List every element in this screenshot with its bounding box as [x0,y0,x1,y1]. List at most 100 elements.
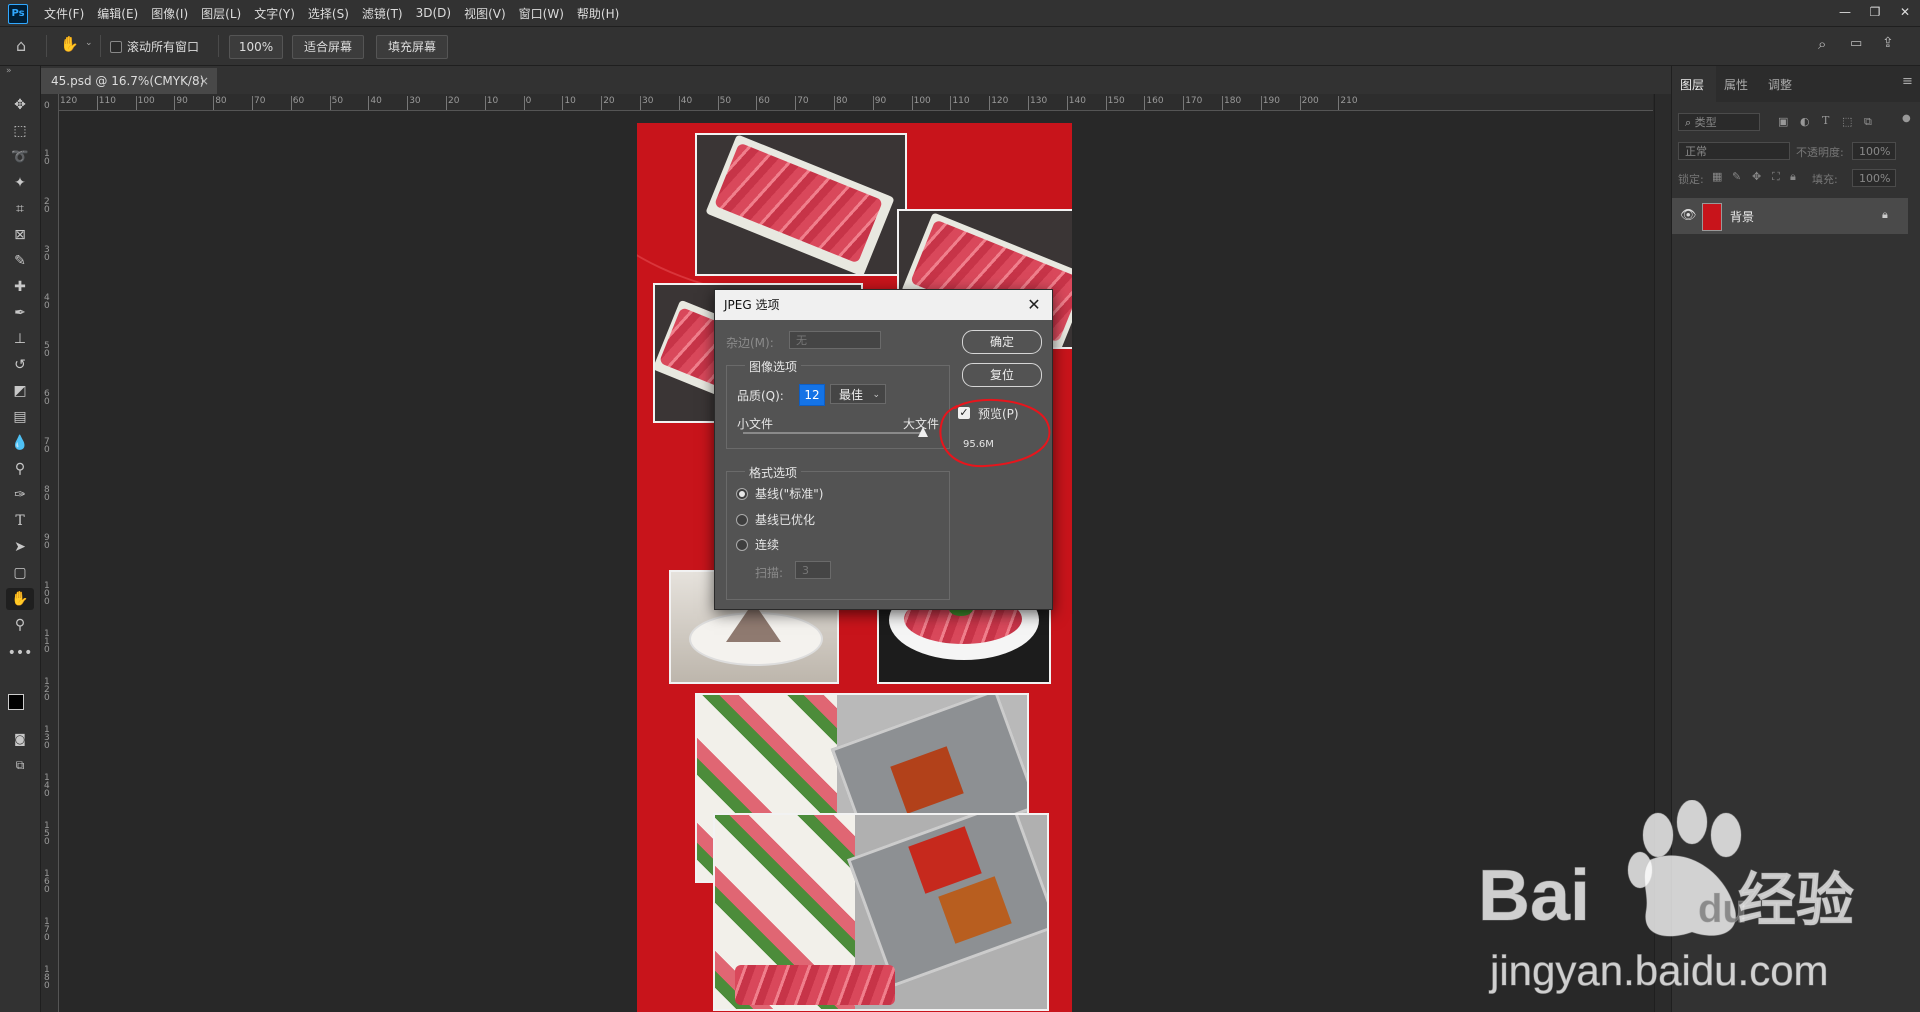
radio-progressive[interactable] [736,539,748,551]
filter-type-icon[interactable]: T [1822,114,1829,127]
collapse-icon[interactable]: » [6,66,12,76]
menu-item[interactable]: 编辑(E) [97,5,138,22]
gradient-tool-icon[interactable]: ▤ [6,406,34,428]
filter-smart-icon[interactable]: ⧉ [1864,115,1872,129]
quick-mask-icon[interactable]: ◙ [6,728,34,750]
ruler-tick-label: 90 [176,96,188,106]
close-window-icon[interactable]: ✕ [1890,0,1920,26]
fill-input[interactable]: 100% [1852,169,1896,187]
search-icon[interactable]: ⌕ [1818,35,1826,53]
healing-brush-icon[interactable]: ✚ [6,276,34,298]
lock-move-icon[interactable]: ✥ [1752,170,1761,183]
crop-tool-icon[interactable]: ⌗ [6,198,34,220]
menu-item[interactable]: 文字(Y) [254,5,295,22]
filter-adjust-icon[interactable]: ◐ [1800,115,1810,128]
type-tool-icon[interactable]: T [6,510,34,532]
hand-tool-active-icon[interactable]: ✋ [6,588,34,610]
screen-mode-icon[interactable]: ⧉ [6,754,34,776]
menu-item[interactable]: 图层(L) [201,5,241,22]
history-brush-icon[interactable]: ↺ [6,354,34,376]
fit-screen-button[interactable]: 适合屏幕 [292,35,364,59]
quality-input[interactable]: 12 [799,384,825,406]
lock-transparent-icon[interactable]: ▦ [1712,170,1722,183]
layer-row-background[interactable]: 👁︎ 背景 🔒︎ [1672,198,1908,234]
stamp-tool-icon[interactable]: ⊥ [6,328,34,350]
quality-preset-dropdown[interactable]: 最佳 ⌄ [830,384,886,404]
eraser-tool-icon[interactable]: ◩ [6,380,34,402]
dodge-tool-icon[interactable]: ⚲ [6,458,34,480]
radio-baseline-standard[interactable] [736,488,748,500]
ruler-tick-label: 100 [137,96,155,106]
opacity-input[interactable]: 100% [1852,142,1896,160]
quality-slider-track[interactable] [743,432,923,434]
menu-bar: Ps 文件(F) 编辑(E) 图像(I) 图层(L) 文字(Y) 选择(S) 滤镜(T) 3D… [0,0,1920,27]
chevron-down-icon[interactable]: ⌄ [85,38,93,48]
filter-toggle-icon[interactable]: ● [1902,113,1911,124]
brush-tool-icon[interactable]: ✒ [6,302,34,324]
marquee-tool-icon[interactable]: ⬚ [6,120,34,142]
reset-button[interactable]: 复位 [962,363,1042,387]
scans-dropdown[interactable]: 3 [795,561,831,579]
ruler-tick-label: 180 [1224,96,1242,106]
quality-slider-thumb[interactable] [918,427,928,437]
lock-paint-icon[interactable]: ✎ [1732,170,1741,183]
chevron-down-icon: ⌄ [872,390,880,400]
home-icon[interactable]: ⌂ [16,36,26,55]
matte-dropdown[interactable]: 无 [789,331,881,349]
dialog-title: JPEG 选项 [724,298,780,312]
dialog-close-icon[interactable]: ✕ [1022,290,1046,320]
menu-item[interactable]: 选择(S) [308,5,349,22]
fill-screen-button[interactable]: 填充屏幕 [376,35,448,59]
tab-properties[interactable]: 属性 [1724,76,1748,93]
menu-item[interactable]: 文件(F) [44,5,84,22]
layer-filter-dropdown[interactable]: ⌕ 类型 [1678,113,1760,131]
tab-layers[interactable]: 图层 [1680,76,1704,93]
vertical-ruler: 0 1 0 2 0 3 0 4 0 5 0 6 0 7 0 8 0 9 0 1 0 0 1 1 0 1 … [41,94,59,1012]
share-icon[interactable]: ⇪ [1882,35,1894,51]
more-tools-icon[interactable]: ••• [6,642,34,664]
zoom-100-button[interactable]: 100% [229,35,283,59]
minimize-icon[interactable]: — [1830,0,1860,26]
hand-tool-icon[interactable]: ✋ [60,35,79,53]
magic-wand-icon[interactable]: ✦ [6,172,34,194]
lasso-tool-icon[interactable]: ➰ [6,146,34,168]
menu-item[interactable]: 帮助(H) [577,5,619,22]
restore-icon[interactable]: ❐ [1860,0,1890,26]
blur-tool-icon[interactable]: 💧 [6,432,34,454]
watermark-brand: Bai [1478,856,1590,936]
ruler-tick-label: 120 [991,96,1009,106]
blend-mode-dropdown[interactable]: 正常 [1678,142,1790,160]
foreground-color-swatch[interactable] [8,694,24,710]
workspace-icon[interactable]: ▭ [1850,36,1862,51]
menu-item[interactable]: 图像(I) [151,5,188,22]
ok-button[interactable]: 确定 [962,330,1042,354]
filter-pixel-icon[interactable]: ▣ [1778,115,1788,128]
scroll-all-checkbox[interactable] [110,41,122,53]
format-option-baseline-optimized: 基线已优化 [755,513,816,527]
frame-tool-icon[interactable]: ⊠ [6,224,34,246]
document-tab[interactable]: 45.psd @ 16.7%(CMYK/8) × [41,68,217,94]
pen-tool-icon[interactable]: ✑ [6,484,34,506]
shape-tool-icon[interactable]: ▢ [6,562,34,584]
move-tool-icon[interactable]: ✥ [6,94,34,116]
ruler-tick-label: 1 3 0 [44,725,50,751]
lock-all-icon[interactable]: 🔒︎ [1790,170,1796,184]
eyedropper-icon[interactable]: ✎ [6,250,34,272]
menu-list: 文件(F) 编辑(E) 图像(I) 图层(L) 文字(Y) 选择(S) 滤镜(T) 3D(D)… [44,0,632,26]
filter-shape-icon[interactable]: ⬚ [1842,115,1852,128]
menu-item[interactable]: 3D(D) [416,6,451,20]
tab-adjustments[interactable]: 调整 [1768,76,1792,93]
lock-artboard-icon[interactable]: ⛶ [1772,170,1780,184]
document-tab-title: 45.psd @ 16.7%(CMYK/8) [51,74,205,88]
menu-item[interactable]: 滤镜(T) [362,5,403,22]
menu-item[interactable]: 视图(V) [464,5,506,22]
radio-baseline-optimized[interactable] [736,514,748,526]
panel-menu-icon[interactable]: ≡ [1902,74,1913,89]
path-select-icon[interactable]: ➤ [6,536,34,558]
ruler-tick-label: 200 [1301,96,1319,106]
zoom-tool-icon[interactable]: ⚲ [6,614,34,636]
visibility-eye-icon[interactable]: 👁︎ [1680,208,1697,223]
menu-item[interactable]: 窗口(W) [519,5,564,22]
close-tab-icon[interactable]: × [199,68,209,94]
fill-label: 填充: [1812,173,1838,186]
